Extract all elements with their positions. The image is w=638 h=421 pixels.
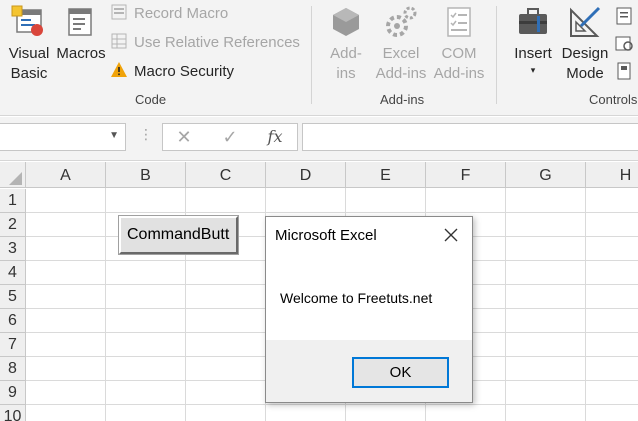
- ok-button[interactable]: OK: [352, 357, 449, 388]
- group-separator: [496, 6, 497, 104]
- visual-basic-label: Visual Basic: [8, 45, 50, 82]
- select-all-button[interactable]: [0, 162, 26, 188]
- row-header[interactable]: 10: [0, 405, 26, 421]
- gridline: [505, 188, 506, 421]
- column-header[interactable]: D: [266, 162, 346, 188]
- insert-controls-button[interactable]: Insert ▾: [510, 4, 556, 76]
- resize-handle-icon[interactable]: ⋮: [139, 126, 153, 143]
- controls-group-label: Controls: [589, 92, 638, 107]
- record-macro-button[interactable]: Record Macro: [110, 3, 228, 25]
- toolbox-icon: [519, 8, 547, 34]
- dialog-message: Welcome to Freetuts.net: [280, 290, 433, 306]
- row-header[interactable]: 8: [0, 357, 26, 381]
- relative-references-button[interactable]: Use Relative References: [110, 32, 300, 54]
- column-header[interactable]: C: [186, 162, 266, 188]
- cancel-icon[interactable]: ✕: [169, 126, 199, 148]
- excel-addins-label: Excel Add-ins: [375, 45, 427, 82]
- ribbon: Visual Basic Macros Record Macro Use Rel…: [0, 0, 638, 116]
- com-addins-label: COM Add-ins: [433, 45, 485, 82]
- column-header[interactable]: G: [506, 162, 586, 188]
- formula-bar: ▼ ⋮ ✕ ✓ fx: [0, 117, 638, 161]
- command-button[interactable]: CommandButt: [118, 215, 239, 255]
- macros-button[interactable]: Macros: [56, 4, 106, 64]
- code-group-label: Code: [135, 92, 167, 107]
- row-header[interactable]: 3: [0, 237, 26, 261]
- row-header[interactable]: 4: [0, 261, 26, 285]
- message-box-dialog: Microsoft Excel Welcome to Freetuts.net …: [265, 216, 473, 403]
- group-separator: [311, 6, 312, 104]
- addins-icon: [333, 8, 359, 36]
- close-icon[interactable]: [440, 224, 462, 246]
- gridline: [585, 188, 586, 421]
- insert-label: Insert: [514, 45, 552, 62]
- record-macro-icon: [111, 4, 127, 20]
- row-header[interactable]: 5: [0, 285, 26, 309]
- addins-button[interactable]: Add- ins: [323, 4, 369, 84]
- gridline: [26, 212, 638, 213]
- row-header[interactable]: 7: [0, 333, 26, 357]
- warning-icon: [111, 62, 127, 77]
- visual-basic-icon: [11, 5, 43, 36]
- column-header[interactable]: B: [106, 162, 186, 188]
- com-addins-button[interactable]: COM Add-ins: [432, 4, 486, 84]
- macros-label: Macros: [56, 45, 106, 62]
- column-headers: A B C D E F G H: [0, 162, 638, 188]
- gridline: [26, 404, 638, 405]
- row-header[interactable]: 6: [0, 309, 26, 333]
- column-header[interactable]: F: [426, 162, 506, 188]
- row-header[interactable]: 9: [0, 381, 26, 405]
- design-mode-button[interactable]: Design Mode: [560, 4, 610, 84]
- dialog-title: Microsoft Excel: [275, 227, 377, 244]
- properties-icon[interactable]: [615, 7, 635, 25]
- gridline: [105, 188, 106, 421]
- name-box[interactable]: ▼: [0, 123, 126, 151]
- visual-basic-button[interactable]: Visual Basic: [6, 4, 52, 84]
- chevron-down-icon[interactable]: ▼: [109, 130, 119, 141]
- record-macro-label: Record Macro: [134, 5, 229, 22]
- macro-security-label: Macro Security: [134, 63, 235, 80]
- macros-icon: [68, 8, 92, 36]
- addins-group-label: Add-ins: [380, 92, 425, 107]
- com-addins-icon: [447, 7, 471, 37]
- select-all-icon: [9, 172, 22, 185]
- design-mode-icon: [570, 6, 601, 37]
- dialog-footer: OK: [266, 340, 472, 402]
- macro-security-button[interactable]: Macro Security: [110, 61, 234, 83]
- view-code-icon[interactable]: [615, 35, 635, 53]
- addins-label: Add- ins: [330, 45, 362, 82]
- column-header[interactable]: H: [586, 162, 638, 188]
- formula-input[interactable]: [302, 123, 638, 151]
- excel-addins-button[interactable]: Excel Add-ins: [373, 4, 429, 84]
- run-dialog-icon[interactable]: [615, 62, 635, 80]
- enter-icon[interactable]: ✓: [215, 126, 245, 148]
- row-header[interactable]: 1: [0, 189, 26, 213]
- row-header[interactable]: 2: [0, 213, 26, 237]
- relative-references-icon: [111, 33, 127, 49]
- column-header[interactable]: A: [26, 162, 106, 188]
- column-header[interactable]: E: [346, 162, 426, 188]
- insert-function-icon[interactable]: fx: [260, 126, 290, 148]
- relative-references-label: Use Relative References: [134, 34, 300, 51]
- formula-buttons: ✕ ✓ fx: [162, 123, 298, 151]
- design-mode-label: Design Mode: [561, 45, 609, 82]
- excel-addins-icon: [386, 6, 417, 37]
- chevron-down-icon: ▾: [530, 65, 536, 75]
